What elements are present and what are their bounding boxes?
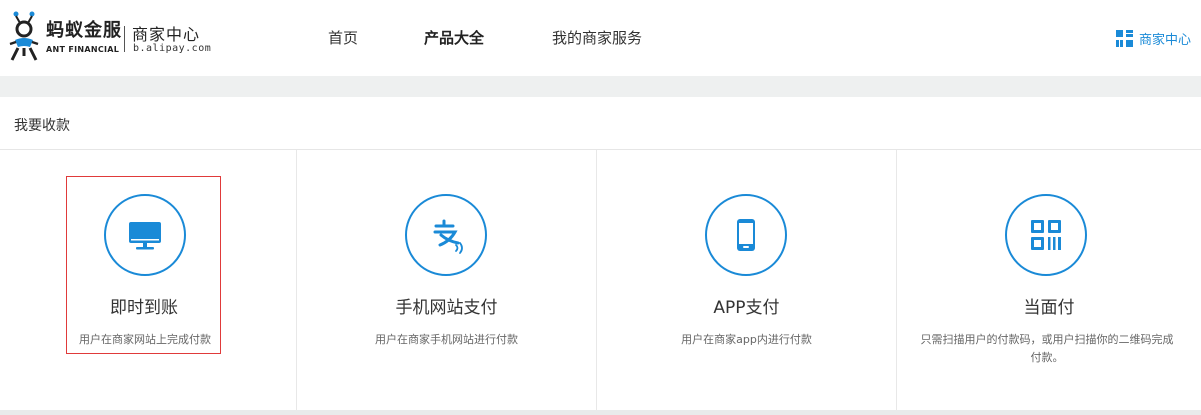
logo-divider (124, 26, 125, 52)
card-title[interactable]: 手机网站支付 (297, 293, 596, 318)
card-description: 用户在商家手机网站进行付款 (375, 333, 518, 346)
grid-icon (1116, 29, 1133, 47)
card-title[interactable]: 当面付 (897, 293, 1201, 318)
merchant-center-link-label: 商家中心 (1139, 32, 1192, 48)
product-card-app[interactable]: APP支付 用户在商家app内进行付款 (596, 150, 896, 410)
ant-logo-icon (9, 11, 39, 61)
card-title[interactable]: 即时到账 (0, 293, 289, 318)
nav-home[interactable]: 首页 (328, 27, 358, 48)
card-title[interactable]: APP支付 (597, 293, 896, 318)
product-card-mobile-web[interactable]: 手机网站支付 用户在商家手机网站进行付款 (296, 150, 596, 410)
alipay-mobile-icon (433, 219, 463, 254)
bottom-strip (0, 410, 1201, 415)
ant-financial-logo[interactable]: 蚂蚁金服 ANT FINANCIAL 商家中心 b.alipay.com (6, 8, 216, 64)
merchant-center-title: 商家中心 (132, 25, 201, 44)
nav-merchant-service[interactable]: 我的商家服务 (552, 27, 642, 48)
nav-products[interactable]: 产品大全 (424, 27, 484, 48)
brand-name-en: ANT FINANCIAL (46, 45, 120, 54)
card-icon-circle[interactable] (405, 194, 487, 276)
brand-name-cn: 蚂蚁金服 (46, 20, 122, 41)
receive-payment-panel: 我要收款 即时到账 用户在商家网站上完成付款 手机网站支付 用户在商家手机网站进… (0, 97, 1201, 410)
domain-label: b.alipay.com (133, 43, 212, 54)
product-card-face-to-face[interactable]: 当面付 只需扫描用户的付款码，或用户扫描你的二维码完成付款。 (896, 150, 1201, 410)
smartphone-icon (737, 219, 755, 251)
merchant-center-link[interactable]: 商家中心 (1116, 28, 1191, 48)
top-header: 蚂蚁金服 ANT FINANCIAL 商家中心 b.alipay.com 首页 … (0, 0, 1201, 76)
qrcode-scan-icon (1031, 220, 1061, 250)
card-description: 只需扫描用户的付款码，或用户扫描你的二维码完成付款。 (920, 333, 1174, 364)
card-icon-circle[interactable] (104, 194, 186, 276)
panel-title: 我要收款 (14, 118, 70, 134)
card-description: 用户在商家app内进行付款 (681, 333, 812, 346)
card-icon-circle[interactable] (1005, 194, 1087, 276)
card-icon-circle[interactable] (705, 194, 787, 276)
product-card-instant[interactable]: 即时到账 用户在商家网站上完成付款 (0, 150, 300, 410)
monitor-icon (129, 222, 161, 250)
card-description: 用户在商家网站上完成付款 (79, 333, 211, 346)
